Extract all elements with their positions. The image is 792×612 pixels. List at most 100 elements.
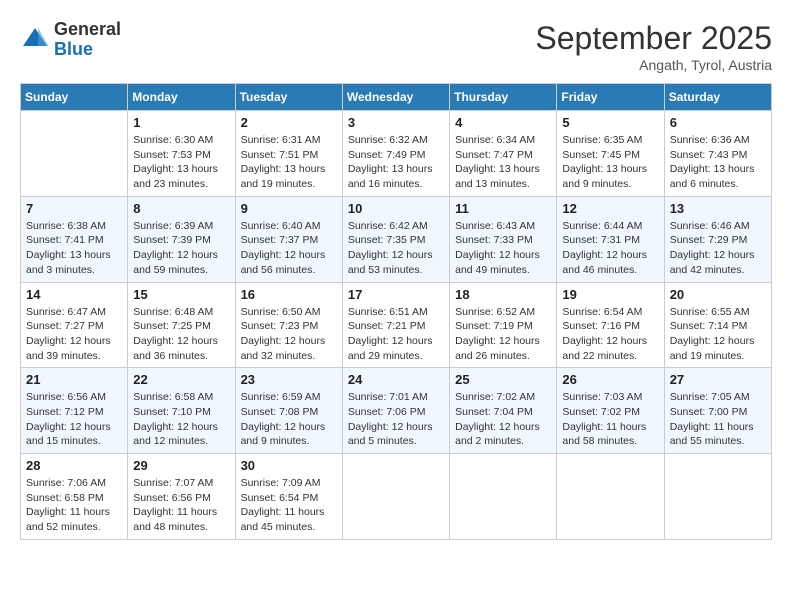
day-info: Sunrise: 7:01 AMSunset: 7:06 PMDaylight:… [348, 390, 444, 449]
day-number: 10 [348, 201, 444, 216]
day-info: Sunrise: 7:05 AMSunset: 7:00 PMDaylight:… [670, 390, 766, 449]
calendar-table: SundayMondayTuesdayWednesdayThursdayFrid… [20, 83, 772, 540]
calendar-header-row: SundayMondayTuesdayWednesdayThursdayFrid… [21, 84, 772, 111]
day-info: Sunrise: 7:09 AMSunset: 6:54 PMDaylight:… [241, 476, 337, 535]
day-info: Sunrise: 6:32 AMSunset: 7:49 PMDaylight:… [348, 133, 444, 192]
day-number: 4 [455, 115, 551, 130]
day-number: 8 [133, 201, 229, 216]
logo-general-text: General [54, 19, 121, 39]
calendar-day-cell: 13 Sunrise: 6:46 AMSunset: 7:29 PMDayligh… [664, 196, 771, 282]
calendar-day-cell: 19 Sunrise: 6:54 AMSunset: 7:16 PMDayligh… [557, 282, 664, 368]
calendar-day-cell: 17 Sunrise: 6:51 AMSunset: 7:21 PMDayligh… [342, 282, 449, 368]
day-info: Sunrise: 6:50 AMSunset: 7:23 PMDaylight:… [241, 305, 337, 364]
day-info: Sunrise: 6:51 AMSunset: 7:21 PMDaylight:… [348, 305, 444, 364]
logo: General Blue [20, 20, 121, 60]
calendar-day-cell: 4 Sunrise: 6:34 AMSunset: 7:47 PMDaylight… [450, 111, 557, 197]
calendar-day-cell: 25 Sunrise: 7:02 AMSunset: 7:04 PMDayligh… [450, 368, 557, 454]
day-info: Sunrise: 6:35 AMSunset: 7:45 PMDaylight:… [562, 133, 658, 192]
day-info: Sunrise: 7:03 AMSunset: 7:02 PMDaylight:… [562, 390, 658, 449]
day-number: 20 [670, 287, 766, 302]
day-number: 25 [455, 372, 551, 387]
day-info: Sunrise: 6:47 AMSunset: 7:27 PMDaylight:… [26, 305, 122, 364]
day-number: 7 [26, 201, 122, 216]
calendar-day-cell: 8Sunrise: 6:39 AMSunset: 7:39 PMDaylight… [128, 196, 235, 282]
day-info: Sunrise: 6:44 AMSunset: 7:31 PMDaylight:… [562, 219, 658, 278]
day-number: 13 [670, 201, 766, 216]
calendar-day-cell: 18 Sunrise: 6:52 AMSunset: 7:19 PMDayligh… [450, 282, 557, 368]
day-info: Sunrise: 6:46 AMSunset: 7:29 PMDaylight:… [670, 219, 766, 278]
calendar-day-cell: 12Sunrise: 6:44 AMSunset: 7:31 PMDayligh… [557, 196, 664, 282]
day-info: Sunrise: 6:34 AMSunset: 7:47 PMDaylight:… [455, 133, 551, 192]
day-info: Sunrise: 6:59 AMSunset: 7:08 PMDaylight:… [241, 390, 337, 449]
day-number: 27 [670, 372, 766, 387]
calendar-day-cell: 30 Sunrise: 7:09 AMSunset: 6:54 PMDayligh… [235, 454, 342, 540]
calendar-day-cell: 15 Sunrise: 6:48 AMSunset: 7:25 PMDayligh… [128, 282, 235, 368]
day-of-week-header: Sunday [21, 84, 128, 111]
day-number: 1 [133, 115, 229, 130]
logo-icon [20, 25, 50, 55]
day-number: 30 [241, 458, 337, 473]
day-info: Sunrise: 6:42 AMSunset: 7:35 PMDaylight:… [348, 219, 444, 278]
title-block: September 2025 Angath, Tyrol, Austria [535, 20, 772, 73]
calendar-day-cell [342, 454, 449, 540]
calendar-day-cell: 3 Sunrise: 6:32 AMSunset: 7:49 PMDaylight… [342, 111, 449, 197]
day-number: 9 [241, 201, 337, 216]
day-number: 19 [562, 287, 658, 302]
day-info: Sunrise: 6:52 AMSunset: 7:19 PMDaylight:… [455, 305, 551, 364]
day-of-week-header: Saturday [664, 84, 771, 111]
day-number: 18 [455, 287, 551, 302]
day-of-week-header: Thursday [450, 84, 557, 111]
day-number: 17 [348, 287, 444, 302]
calendar-day-cell: 11 Sunrise: 6:43 AMSunset: 7:33 PMDayligh… [450, 196, 557, 282]
calendar-day-cell: 14 Sunrise: 6:47 AMSunset: 7:27 PMDayligh… [21, 282, 128, 368]
day-info: Sunrise: 6:40 AMSunset: 7:37 PMDaylight:… [241, 219, 337, 278]
day-info: Sunrise: 7:07 AMSunset: 6:56 PMDaylight:… [133, 476, 229, 535]
day-number: 2 [241, 115, 337, 130]
day-info: Sunrise: 6:43 AMSunset: 7:33 PMDaylight:… [455, 219, 551, 278]
calendar-day-cell: 6Sunrise: 6:36 AMSunset: 7:43 PMDaylight… [664, 111, 771, 197]
day-of-week-header: Tuesday [235, 84, 342, 111]
calendar-day-cell [664, 454, 771, 540]
day-number: 11 [455, 201, 551, 216]
day-number: 3 [348, 115, 444, 130]
calendar-week-row: 14 Sunrise: 6:47 AMSunset: 7:27 PMDayligh… [21, 282, 772, 368]
calendar-day-cell: 22Sunrise: 6:58 AMSunset: 7:10 PMDayligh… [128, 368, 235, 454]
day-info: Sunrise: 6:31 AMSunset: 7:51 PMDaylight:… [241, 133, 337, 192]
day-of-week-header: Wednesday [342, 84, 449, 111]
day-info: Sunrise: 6:58 AMSunset: 7:10 PMDaylight:… [133, 390, 229, 449]
day-number: 23 [241, 372, 337, 387]
day-number: 14 [26, 287, 122, 302]
calendar-week-row: 28 Sunrise: 7:06 AMSunset: 6:58 PMDayligh… [21, 454, 772, 540]
day-info: Sunrise: 6:48 AMSunset: 7:25 PMDaylight:… [133, 305, 229, 364]
day-number: 29 [133, 458, 229, 473]
day-number: 15 [133, 287, 229, 302]
calendar-week-row: 7 Sunrise: 6:38 AMSunset: 7:41 PMDaylight… [21, 196, 772, 282]
calendar-day-cell: 9 Sunrise: 6:40 AMSunset: 7:37 PMDaylight… [235, 196, 342, 282]
calendar-day-cell: 23 Sunrise: 6:59 AMSunset: 7:08 PMDayligh… [235, 368, 342, 454]
day-number: 28 [26, 458, 122, 473]
day-info: Sunrise: 6:55 AMSunset: 7:14 PMDaylight:… [670, 305, 766, 364]
calendar-day-cell: 7 Sunrise: 6:38 AMSunset: 7:41 PMDaylight… [21, 196, 128, 282]
calendar-week-row: 21Sunrise: 6:56 AMSunset: 7:12 PMDayligh… [21, 368, 772, 454]
day-number: 6 [670, 115, 766, 130]
logo-blue-text: Blue [54, 39, 93, 59]
day-info: Sunrise: 7:06 AMSunset: 6:58 PMDaylight:… [26, 476, 122, 535]
calendar-day-cell: 28 Sunrise: 7:06 AMSunset: 6:58 PMDayligh… [21, 454, 128, 540]
calendar-day-cell: 24 Sunrise: 7:01 AMSunset: 7:06 PMDayligh… [342, 368, 449, 454]
page-header: General Blue September 2025 Angath, Tyro… [20, 20, 772, 73]
calendar-day-cell: 21Sunrise: 6:56 AMSunset: 7:12 PMDayligh… [21, 368, 128, 454]
calendar-week-row: 1 Sunrise: 6:30 AMSunset: 7:53 PMDaylight… [21, 111, 772, 197]
day-info: Sunrise: 6:38 AMSunset: 7:41 PMDaylight:… [26, 219, 122, 278]
location: Angath, Tyrol, Austria [535, 57, 772, 73]
calendar-day-cell: 27 Sunrise: 7:05 AMSunset: 7:00 PMDayligh… [664, 368, 771, 454]
day-number: 21 [26, 372, 122, 387]
calendar-day-cell: 16Sunrise: 6:50 AMSunset: 7:23 PMDayligh… [235, 282, 342, 368]
day-info: Sunrise: 7:02 AMSunset: 7:04 PMDaylight:… [455, 390, 551, 449]
calendar-day-cell [21, 111, 128, 197]
day-number: 24 [348, 372, 444, 387]
calendar-day-cell: 26Sunrise: 7:03 AMSunset: 7:02 PMDayligh… [557, 368, 664, 454]
calendar-day-cell: 10 Sunrise: 6:42 AMSunset: 7:35 PMDayligh… [342, 196, 449, 282]
day-info: Sunrise: 6:30 AMSunset: 7:53 PMDaylight:… [133, 133, 229, 192]
day-info: Sunrise: 6:54 AMSunset: 7:16 PMDaylight:… [562, 305, 658, 364]
calendar-day-cell: 29 Sunrise: 7:07 AMSunset: 6:56 PMDayligh… [128, 454, 235, 540]
